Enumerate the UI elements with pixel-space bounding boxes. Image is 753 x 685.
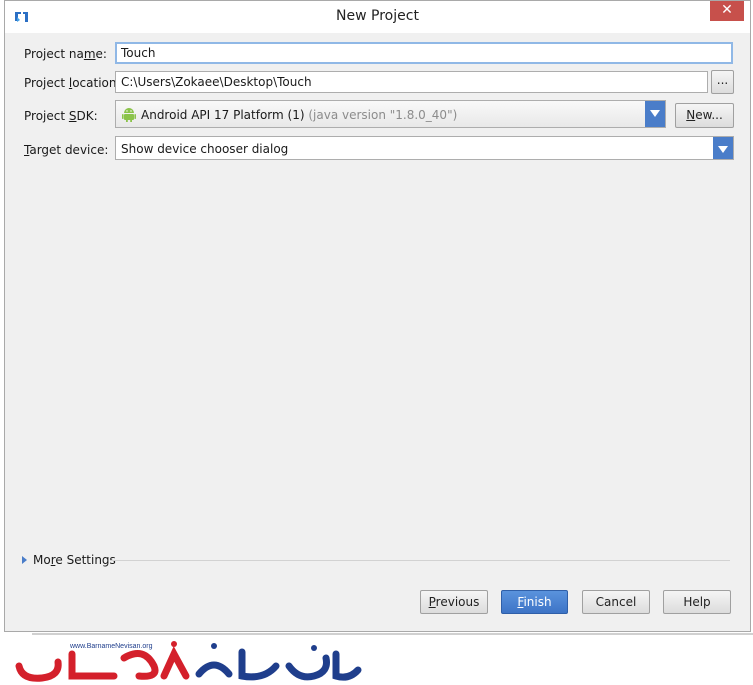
browse-location-button[interactable]: ...: [711, 70, 734, 94]
expand-triangle-icon: [22, 555, 27, 564]
project-name-input[interactable]: Touch: [115, 42, 733, 64]
logo-url: www.BarnameNevisan.org: [69, 643, 153, 650]
help-button[interactable]: Help: [663, 590, 731, 614]
project-sdk-select[interactable]: Android API 17 Platform (1) (java versio…: [115, 100, 666, 128]
android-icon: [122, 108, 136, 122]
new-sdk-button[interactable]: New...: [675, 103, 734, 128]
sdk-java-version: (java version "1.8.0_40"): [308, 108, 458, 122]
window-title: New Project: [336, 8, 419, 24]
project-location-input[interactable]: C:\Users\Zokaee\Desktop\Touch: [115, 71, 708, 93]
chevron-down-icon[interactable]: [645, 101, 665, 127]
previous-button[interactable]: Previous: [420, 590, 488, 614]
finish-button[interactable]: Finish: [501, 590, 568, 614]
project-sdk-label: Project SDK:: [24, 109, 98, 123]
sdk-value: Android API 17 Platform (1): [141, 108, 305, 122]
chevron-down-icon[interactable]: [713, 137, 733, 159]
new-project-dialog: New Project ✕ Project name: Touch Projec…: [4, 0, 751, 632]
close-button[interactable]: ✕: [710, 1, 744, 21]
dialog-body: Project name: Touch Project location: C:…: [10, 33, 745, 626]
barnamenevisan-logo: www.BarnameNevisan.org: [15, 641, 362, 682]
target-device-value: Show device chooser dialog: [121, 142, 289, 156]
project-location-label: Project location:: [24, 76, 121, 90]
window-bottom-edge: [32, 633, 753, 635]
title-bar: New Project ✕: [5, 1, 750, 33]
target-device-label: Target device:: [24, 143, 109, 157]
project-name-label: Project name:: [24, 47, 107, 61]
more-settings-toggle[interactable]: More Settings: [22, 553, 116, 567]
cancel-button[interactable]: Cancel: [582, 590, 650, 614]
more-settings-divider: [110, 560, 730, 561]
close-icon: ✕: [721, 2, 733, 18]
target-device-select[interactable]: Show device chooser dialog: [115, 136, 734, 160]
